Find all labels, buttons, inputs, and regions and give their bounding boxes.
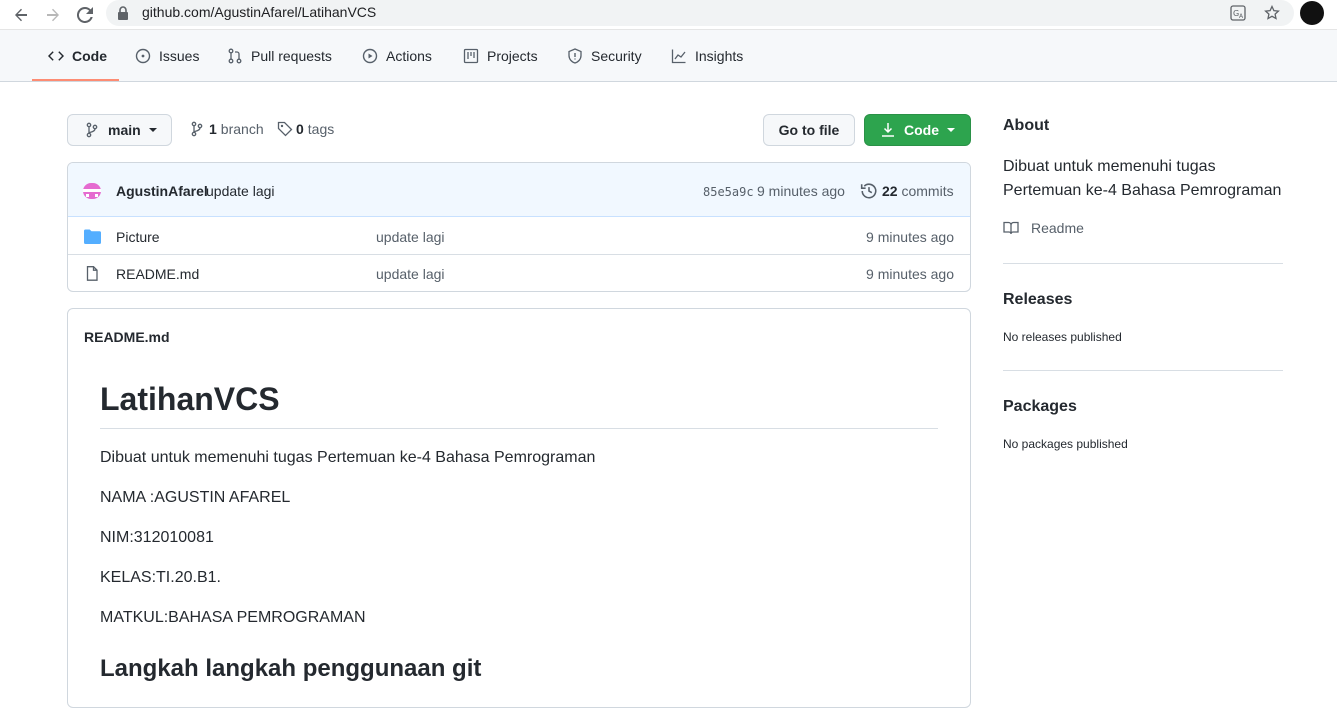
lock-icon <box>118 6 128 20</box>
branches-link[interactable]: 1 branch <box>189 121 264 137</box>
commit-message[interactable]: update lagi <box>206 183 275 199</box>
readme-paragraph: MATKUL:BAHASA PEMROGRAMAN <box>100 609 366 626</box>
code-button-label: Code <box>904 122 939 138</box>
code-dropdown-button[interactable]: Code <box>864 114 971 146</box>
selected-tab-indicator <box>32 79 119 81</box>
tab-security[interactable]: Security <box>567 30 642 82</box>
tab-projects[interactable]: Projects <box>463 30 538 82</box>
readme-paragraph: KELAS:TI.20.B1. <box>100 569 221 586</box>
file-commit-message[interactable]: update lagi <box>376 229 445 245</box>
readme-paragraph: NIM:312010081 <box>100 529 214 546</box>
tab-label: Issues <box>159 48 200 64</box>
avatar[interactable] <box>81 180 103 202</box>
tab-label: Insights <box>695 48 744 64</box>
issue-icon <box>135 48 151 64</box>
tag-label: tags <box>307 121 335 137</box>
readme-link[interactable]: Readme <box>1003 220 1084 236</box>
readme-header[interactable]: README.md <box>84 329 170 345</box>
shield-icon <box>568 48 582 64</box>
packages-text: No packages published <box>1003 437 1128 451</box>
about-heading: About <box>1003 117 1050 134</box>
commit-author[interactable]: AgustinAfarel <box>116 183 208 199</box>
tags-link[interactable]: 0 tags <box>277 121 334 137</box>
file-icon <box>86 266 98 281</box>
readme-subheading: Langkah langkah penggunaan git <box>100 655 482 682</box>
readme-paragraph: Dibuat untuk memenuhi tugas Pertemuan ke… <box>100 449 596 466</box>
reload-icon[interactable] <box>72 3 98 27</box>
tab-code[interactable]: Code <box>48 30 107 82</box>
tab-insights[interactable]: Insights <box>671 30 743 82</box>
tab-label: Security <box>591 48 642 64</box>
chevron-down-icon <box>148 128 157 132</box>
branch-select-button[interactable]: main <box>67 114 172 146</box>
file-age: 9 minutes ago <box>866 229 954 245</box>
commit-sha[interactable]: 85e5a9c <box>703 185 754 199</box>
tab-issues[interactable]: Issues <box>135 30 199 82</box>
file-age: 9 minutes ago <box>866 266 954 282</box>
branch-icon <box>191 121 203 137</box>
readme-box: README.md LatihanVCS Dibuat untuk memenu… <box>67 308 971 708</box>
repo-navigation: Code Issues Pull requests Actions Projec… <box>0 30 1337 82</box>
table-row[interactable]: Picture update lagi 9 minutes ago <box>68 218 970 255</box>
tab-label: Code <box>72 48 107 64</box>
folder-icon <box>84 229 101 244</box>
pull-request-icon <box>228 48 242 64</box>
table-row[interactable]: README.md update lagi 9 minutes ago <box>68 255 970 291</box>
go-to-file-button[interactable]: Go to file <box>763 114 855 146</box>
tab-actions[interactable]: Actions <box>362 30 432 82</box>
commit-time: 9 minutes ago <box>757 183 845 199</box>
file-listing: AgustinAfarel update lagi 85e5a9c 9 minu… <box>67 162 971 292</box>
divider <box>1003 370 1283 371</box>
url-text[interactable]: github.com/AgustinAfarel/LatihanVCS <box>142 4 376 20</box>
file-name[interactable]: README.md <box>116 266 199 282</box>
translate-icon[interactable]: GA <box>1228 3 1248 23</box>
svg-text:A: A <box>1239 13 1244 20</box>
browser-toolbar: github.com/AgustinAfarel/LatihanVCS GA <box>0 0 1337 30</box>
packages-heading[interactable]: Packages <box>1003 398 1077 416</box>
graph-icon <box>671 49 686 64</box>
address-bar[interactable]: github.com/AgustinAfarel/LatihanVCS GA <box>106 0 1294 26</box>
chevron-down-icon <box>947 128 955 132</box>
history-icon <box>860 183 877 199</box>
file-name[interactable]: Picture <box>116 229 160 245</box>
tab-pull-requests[interactable]: Pull requests <box>227 30 332 82</box>
forward-arrow-icon[interactable] <box>40 3 66 27</box>
commits-label: commits <box>901 183 954 199</box>
branch-name: main <box>108 122 141 138</box>
divider <box>100 428 938 429</box>
tag-count: 0 <box>296 121 304 137</box>
tab-label: Actions <box>386 48 432 64</box>
play-icon <box>362 48 378 64</box>
readme-title: LatihanVCS <box>100 381 280 417</box>
project-icon <box>463 48 479 64</box>
divider <box>1003 263 1283 264</box>
readme-paragraph: NAMA :AGUSTIN AFAREL <box>100 489 291 506</box>
tab-label: Pull requests <box>251 48 332 64</box>
about-description: Dibuat untuk memenuhi tugas Pertemuan ke… <box>1003 158 1282 199</box>
releases-heading[interactable]: Releases <box>1003 291 1072 309</box>
branch-icon <box>86 122 98 138</box>
commit-count: 22 <box>882 183 898 199</box>
branch-label: branch <box>220 121 264 137</box>
file-commit-message[interactable]: update lagi <box>376 266 445 282</box>
book-icon <box>1003 221 1019 235</box>
code-icon <box>48 51 64 61</box>
releases-text: No releases published <box>1003 330 1122 344</box>
commits-link[interactable]: 22 commits <box>882 183 954 199</box>
star-icon[interactable] <box>1262 3 1282 23</box>
download-icon <box>882 123 894 137</box>
back-arrow-icon[interactable] <box>8 3 34 27</box>
readme-link-label: Readme <box>1031 220 1084 236</box>
tag-icon <box>277 121 293 137</box>
branch-count: 1 <box>209 121 217 137</box>
latest-commit-bar: AgustinAfarel update lagi 85e5a9c 9 minu… <box>68 163 970 217</box>
tab-label: Projects <box>487 48 538 64</box>
profile-avatar-icon[interactable] <box>1300 1 1324 25</box>
